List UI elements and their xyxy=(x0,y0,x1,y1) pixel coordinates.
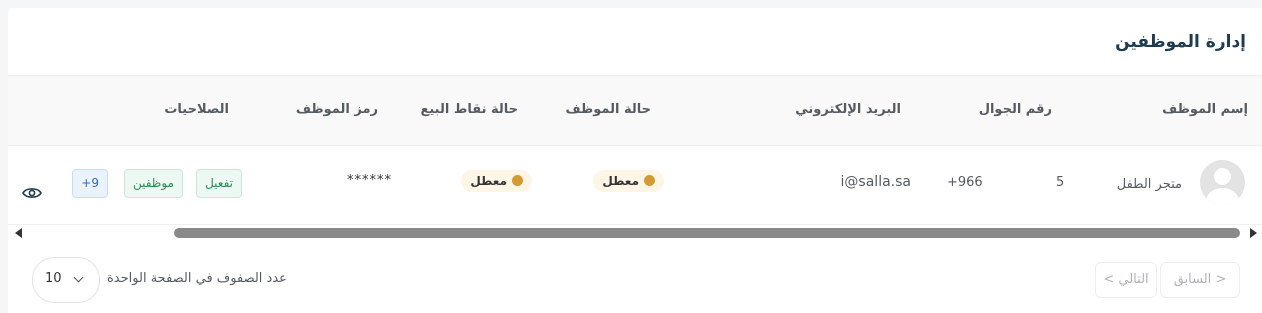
table-footer: < السابق التالي > عدد الصفوف في الصفحة ا… xyxy=(8,242,1262,313)
header-mobile: رقم الجوال xyxy=(978,102,1052,117)
pos-status-badge: معطل xyxy=(461,170,532,192)
more-permissions-tag[interactable]: +9 xyxy=(72,169,108,198)
header-employee-code: رمز الموظف xyxy=(295,102,378,117)
employee-code: ****** xyxy=(347,173,392,188)
eye-icon[interactable] xyxy=(22,185,42,204)
avatar xyxy=(1200,160,1245,205)
prev-page-button[interactable]: < السابق xyxy=(1160,262,1240,298)
employees-card: إدارة الموظفين إسم الموظف رقم الجوال الب… xyxy=(8,8,1262,313)
rows-per-page-value: 10 xyxy=(45,271,62,286)
rows-per-page-select[interactable]: 10 xyxy=(32,257,100,303)
employee-mobile-number: 5 xyxy=(1056,175,1065,190)
table-row[interactable]: متجر الطفل 5 +966 i@salla.sa معطل معطل *… xyxy=(8,145,1262,225)
chevron-down-icon xyxy=(73,272,84,283)
page-title: إدارة الموظفين xyxy=(1115,32,1246,52)
permission-tag: موظفين xyxy=(123,169,183,198)
employee-status-badge: معطل xyxy=(593,170,664,192)
status-dot xyxy=(512,175,523,186)
header-name: إسم الموظف xyxy=(1162,102,1248,117)
header-permissions: الصلاحيات xyxy=(164,102,229,117)
employee-status-text: معطل xyxy=(602,174,639,188)
rows-per-page-label: عدد الصفوف في الصفحة الواحدة xyxy=(107,271,287,286)
scrollbar-thumb[interactable] xyxy=(174,228,1240,238)
employee-name: متجر الطفل xyxy=(1116,177,1182,192)
pos-status-text: معطل xyxy=(470,174,507,188)
scroll-right-arrow-icon[interactable] xyxy=(1250,228,1257,238)
status-dot xyxy=(644,175,655,186)
next-page-button[interactable]: التالي > xyxy=(1095,262,1157,298)
table-header: إسم الموظف رقم الجوال البريد الإلكتروني … xyxy=(8,75,1262,146)
header-employee-status: حالة الموظف xyxy=(565,102,651,117)
avatar-head-shape xyxy=(1214,168,1231,185)
employee-email: i@salla.sa xyxy=(840,174,911,190)
permission-tag: تفعيل xyxy=(196,169,242,198)
header-pos-status: حالة نقاط البيع xyxy=(420,102,518,117)
scroll-left-arrow-icon[interactable] xyxy=(15,228,22,238)
horizontal-scrollbar[interactable] xyxy=(8,225,1262,241)
employee-mobile-code: +966 xyxy=(947,175,982,190)
avatar-body-shape xyxy=(1206,188,1239,205)
header-email: البريد الإلكتروني xyxy=(795,102,901,117)
